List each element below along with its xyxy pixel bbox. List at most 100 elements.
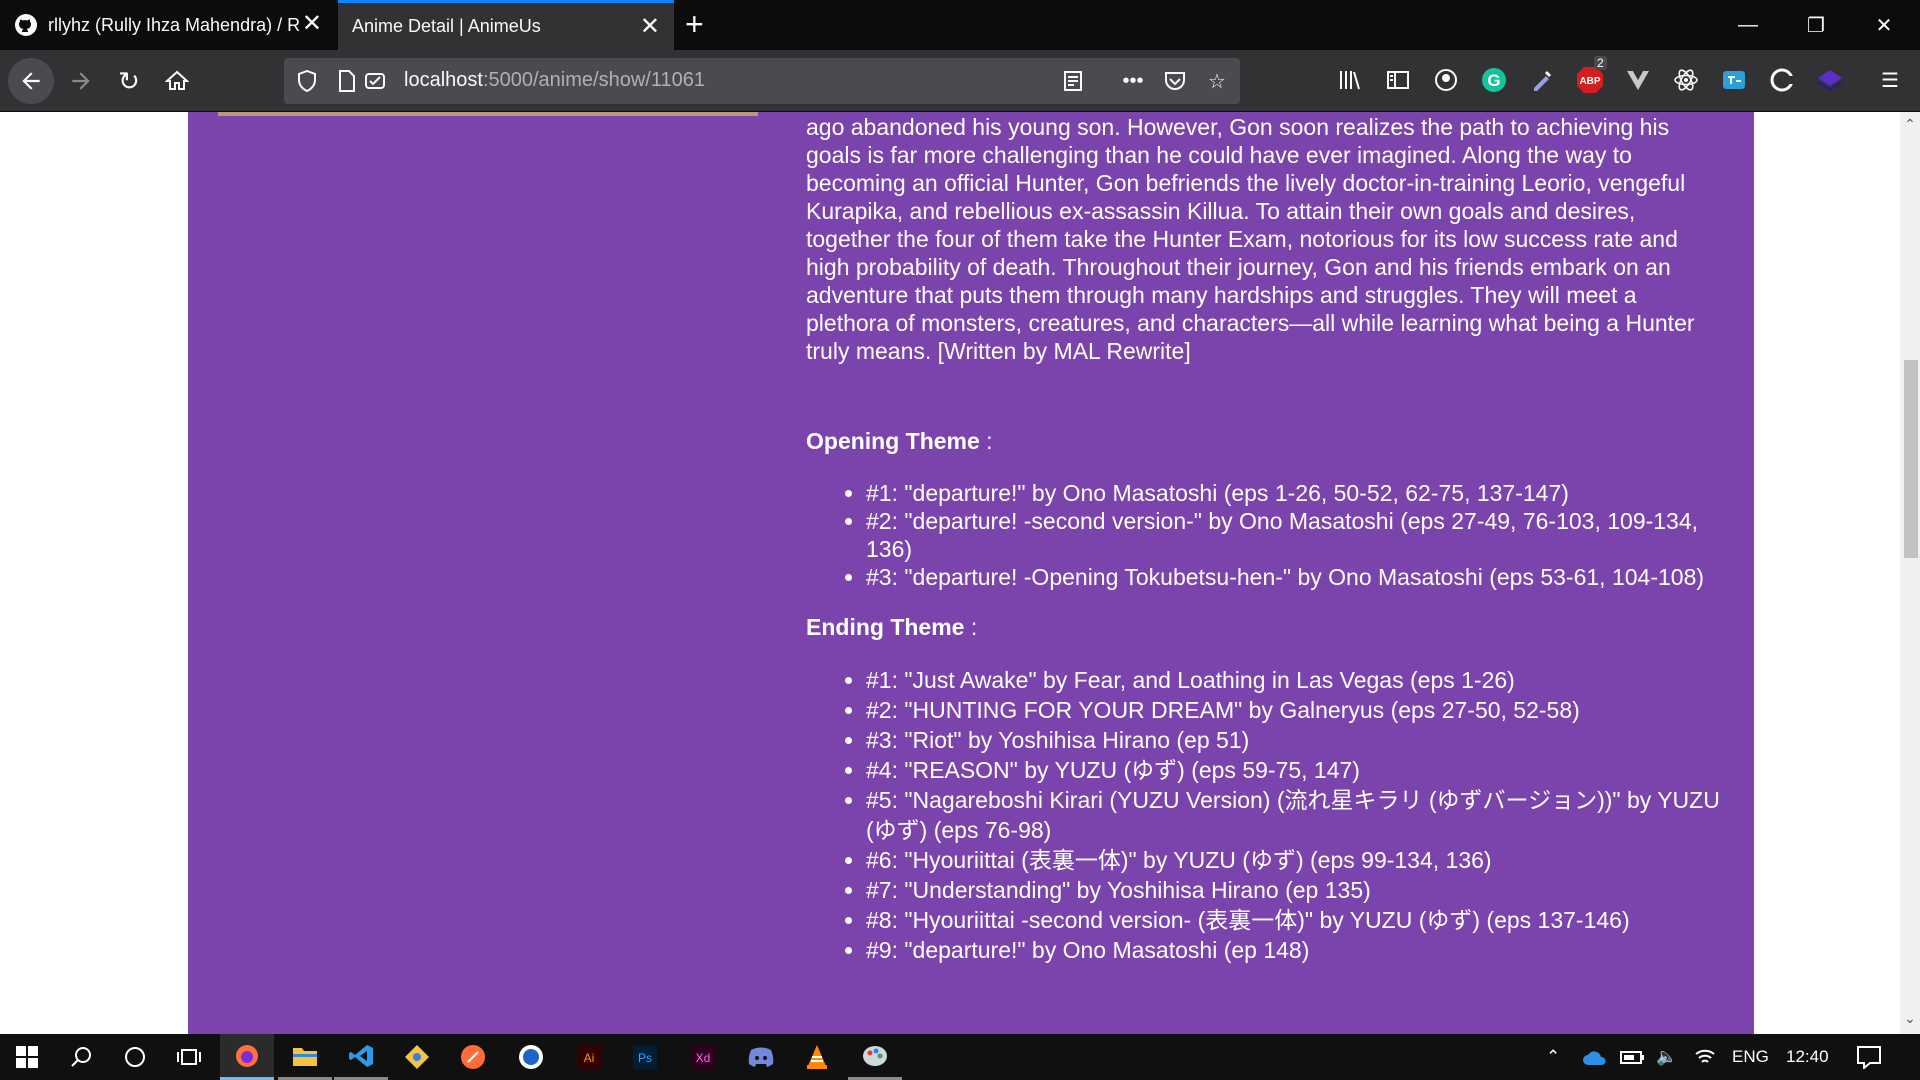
anime-detail-card: ago abandoned his young son. However, Go… bbox=[188, 112, 1754, 1034]
ending-theme-label: Ending Theme bbox=[806, 614, 965, 640]
grammarly-icon[interactable]: G bbox=[1478, 64, 1510, 96]
list-item: #7: "Understanding" by Yoshihisa Hirano … bbox=[866, 875, 1726, 905]
list-item: #1: "departure!" by Ono Masatoshi (eps 1… bbox=[866, 479, 1726, 507]
list-item: #3: "departure! -Opening Tokubetsu-hen-"… bbox=[866, 563, 1726, 591]
poster-image bbox=[218, 112, 758, 116]
page-viewport: ago abandoned his young son. However, Go… bbox=[0, 112, 1900, 1034]
tab-anime-detail[interactable]: Anime Detail | AnimeUs ✕ bbox=[338, 0, 674, 50]
url-bar[interactable]: localhost:5000/anime/show/11061 ••• ☆ bbox=[284, 58, 1240, 104]
vlc-icon[interactable] bbox=[790, 1034, 844, 1080]
git-tool-icon[interactable] bbox=[390, 1034, 444, 1080]
vscode-icon[interactable] bbox=[334, 1034, 388, 1080]
sidebar-icon[interactable] bbox=[1382, 64, 1414, 96]
app-w-icon[interactable] bbox=[504, 1034, 558, 1080]
paint-icon[interactable] bbox=[848, 1034, 902, 1080]
list-item: #6: "Hyouriittai (表裏一体)" by YUZU (ゆず) (e… bbox=[866, 845, 1726, 875]
bookmark-star-icon[interactable]: ☆ bbox=[1204, 68, 1230, 94]
github-icon bbox=[15, 14, 37, 36]
menu-icon[interactable]: ☰ bbox=[1874, 64, 1906, 96]
svg-text:Ps: Ps bbox=[638, 1051, 652, 1065]
scroll-down-icon[interactable]: ⌄ bbox=[1900, 1010, 1920, 1030]
reload-icon: ↻ bbox=[118, 65, 140, 96]
list-item: #5: "Nagareboshi Kirari (YUZU Version) (… bbox=[866, 785, 1726, 845]
search-icon[interactable] bbox=[54, 1034, 108, 1080]
firefox-taskbar-icon[interactable] bbox=[220, 1034, 274, 1080]
forward-button[interactable] bbox=[60, 60, 102, 102]
account-icon[interactable] bbox=[1430, 64, 1462, 96]
discord-icon[interactable] bbox=[734, 1034, 788, 1080]
translate-icon[interactable] bbox=[1718, 64, 1750, 96]
permissions-icon[interactable] bbox=[362, 68, 388, 94]
tab-title: rllyhz (Rully Ihza Mahendra) / R bbox=[48, 14, 301, 35]
new-tab-icon[interactable]: + bbox=[685, 8, 704, 40]
url-path: :5000/anime/show/11061 bbox=[482, 69, 705, 91]
illustrator-icon[interactable]: Ai bbox=[562, 1034, 616, 1080]
url-text: localhost:5000/anime/show/11061 bbox=[404, 69, 705, 92]
ending-theme-list: #1: "Just Awake" by Fear, and Loathing i… bbox=[866, 665, 1726, 965]
tab-strip: rllyhz (Rully Ihza Mahendra) / R ✕ Anime… bbox=[0, 0, 1920, 50]
reload-button[interactable]: ↻ bbox=[108, 60, 150, 102]
synopsis-text: ago abandoned his young son. However, Go… bbox=[806, 114, 1695, 364]
battery-icon[interactable] bbox=[1620, 1034, 1646, 1080]
show-hidden-icons-icon[interactable]: ⌃ bbox=[1546, 1034, 1560, 1080]
extension-c-icon[interactable] bbox=[1766, 64, 1798, 96]
language-indicator[interactable]: ENG bbox=[1732, 1034, 1769, 1080]
ending-theme-heading: Ending Theme : bbox=[806, 614, 978, 640]
svg-text:ABP: ABP bbox=[1579, 76, 1600, 87]
tab-title: Anime Detail | AnimeUs bbox=[352, 16, 541, 36]
svg-text:Ai: Ai bbox=[584, 1051, 595, 1065]
scroll-up-icon[interactable]: ⌃ bbox=[1900, 116, 1920, 136]
reader-view-icon[interactable] bbox=[1060, 68, 1086, 94]
home-icon bbox=[165, 70, 189, 90]
arrow-right-icon bbox=[72, 72, 90, 90]
list-item: #4: "REASON" by YUZU (ゆず) (eps 59-75, 14… bbox=[866, 755, 1726, 785]
color-picker-icon[interactable] bbox=[1526, 64, 1558, 96]
nav-bar: ↻ localhost:5000/anime/show/11061 ••• ☆ … bbox=[0, 50, 1920, 112]
more-actions-icon[interactable]: ••• bbox=[1120, 68, 1146, 94]
opening-theme-list: #1: "departure!" by Ono Masatoshi (eps 1… bbox=[866, 479, 1726, 591]
file-explorer-icon[interactable] bbox=[278, 1034, 332, 1080]
adblock-plus-icon[interactable]: ABP 2 bbox=[1574, 56, 1607, 96]
adobe-xd-icon[interactable]: Xd bbox=[676, 1034, 730, 1080]
list-item: #2: "HUNTING FOR YOUR DREAM" by Galneryu… bbox=[866, 695, 1726, 725]
list-item: #8: "Hyouriittai -second version- (表裏一体)… bbox=[866, 905, 1726, 935]
pocket-icon[interactable] bbox=[1162, 68, 1188, 94]
list-item: #2: "departure! -second version-" by Ono… bbox=[866, 507, 1726, 563]
page-scrollbar[interactable]: ⌃ ⌄ bbox=[1900, 112, 1920, 1034]
shield-icon[interactable] bbox=[294, 68, 320, 94]
home-button[interactable] bbox=[156, 60, 198, 102]
page-icon[interactable] bbox=[334, 68, 360, 94]
restore-icon[interactable]: ❐ bbox=[1782, 0, 1850, 50]
close-window-icon[interactable]: ✕ bbox=[1850, 0, 1918, 50]
adblock-badge: 2 bbox=[1594, 56, 1607, 70]
photoshop-icon[interactable]: Ps bbox=[618, 1034, 672, 1080]
react-devtools-icon[interactable] bbox=[1670, 64, 1702, 96]
postman-icon[interactable] bbox=[446, 1034, 500, 1080]
list-item: #9: "departure!" by Ono Masatoshi (ep 14… bbox=[866, 935, 1726, 965]
arrow-left-icon bbox=[22, 72, 40, 90]
taskbar: Ai Ps Xd ⌃ 🔈 ENG 12:40 bbox=[0, 1034, 1920, 1080]
clock[interactable]: 12:40 bbox=[1786, 1034, 1829, 1080]
close-tab-icon[interactable]: ✕ bbox=[302, 12, 322, 36]
vue-devtools-icon[interactable] bbox=[1622, 64, 1654, 96]
volume-icon[interactable]: 🔈 bbox=[1656, 1034, 1677, 1080]
back-button[interactable] bbox=[8, 58, 54, 104]
cortana-icon[interactable] bbox=[108, 1034, 162, 1080]
svg-text:Xd: Xd bbox=[696, 1051, 711, 1065]
anime-info: ago abandoned his young son. However, Go… bbox=[806, 112, 1726, 965]
extension-layers-icon[interactable] bbox=[1814, 64, 1846, 96]
minimize-icon[interactable]: — bbox=[1714, 0, 1782, 50]
scroll-thumb[interactable] bbox=[1904, 360, 1918, 558]
wifi-icon[interactable] bbox=[1694, 1034, 1716, 1080]
url-host: localhost bbox=[404, 69, 483, 91]
close-tab-icon[interactable]: ✕ bbox=[640, 15, 660, 39]
opening-theme-heading: Opening Theme : bbox=[806, 428, 993, 454]
library-icon[interactable] bbox=[1334, 64, 1366, 96]
notifications-icon[interactable] bbox=[1856, 1034, 1882, 1080]
task-view-icon[interactable] bbox=[162, 1034, 216, 1080]
tab-github[interactable]: rllyhz (Rully Ihza Mahendra) / R ✕ bbox=[0, 0, 336, 50]
list-item: #1: "Just Awake" by Fear, and Loathing i… bbox=[866, 665, 1726, 695]
svg-text:G: G bbox=[1487, 71, 1500, 90]
onedrive-icon[interactable] bbox=[1582, 1034, 1608, 1080]
windows-start-icon[interactable] bbox=[0, 1034, 54, 1080]
